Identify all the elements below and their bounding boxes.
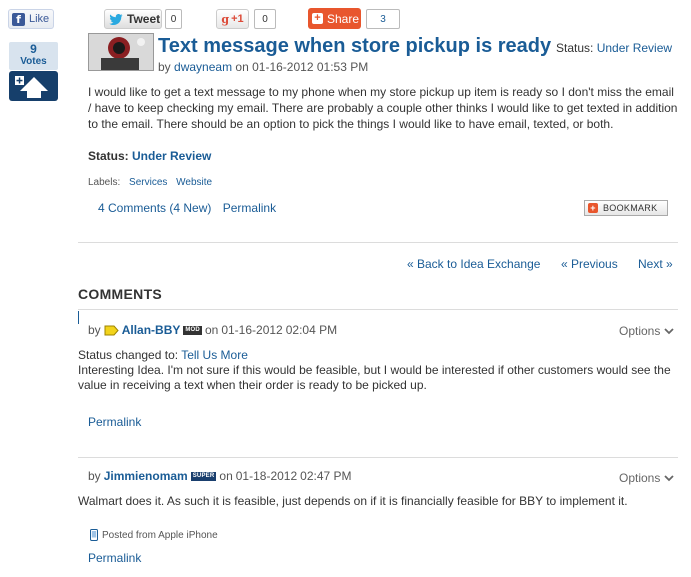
divider (78, 457, 678, 458)
on-label: on (235, 60, 249, 74)
by-label: by (88, 469, 101, 483)
text-cursor (78, 311, 79, 324)
post-date: 01-16-2012 (252, 60, 314, 74)
author-avatar[interactable] (88, 33, 154, 71)
post-actions: 4 Comments (4 New) Permalink (98, 201, 276, 215)
status-changed-line: Status changed to: Tell Us More (78, 348, 678, 363)
previous-link[interactable]: « Previous (561, 257, 618, 271)
labels-title: Labels: (88, 177, 121, 188)
comment-options-menu[interactable]: Options (619, 324, 674, 338)
facebook-like-button[interactable]: f Like (8, 9, 54, 29)
bookmark-label: BOOKMARK (603, 203, 658, 213)
label-website[interactable]: Website (176, 177, 212, 188)
label-services[interactable]: Services (129, 177, 167, 188)
google-plus-button[interactable]: g +1 (216, 9, 249, 29)
tweet-label: Tweet (127, 12, 161, 26)
post-author-link[interactable]: dwayneam (174, 60, 232, 74)
vote-label: Votes (20, 56, 47, 67)
post-permalink[interactable]: Permalink (223, 201, 276, 215)
share-plus-icon: + (312, 13, 323, 24)
bookmark-button[interactable]: + BOOKMARK (584, 200, 668, 216)
tweet-button[interactable]: Tweet (104, 9, 162, 29)
options-label: Options (619, 471, 661, 485)
post-status-link[interactable]: Under Review (597, 41, 672, 55)
divider (78, 242, 678, 243)
status-changed-prefix: Status changed to: (78, 348, 179, 362)
status-detail-link[interactable]: Under Review (132, 149, 211, 163)
vote-count: 9 (30, 42, 37, 56)
by-label: by (88, 323, 101, 337)
comments-heading: COMMENTS (78, 286, 163, 302)
post-title[interactable]: Text message when store pickup is ready (158, 35, 551, 58)
comment-date: 01-18-2012 (235, 469, 298, 483)
posted-from-label: Posted from Apple iPhone (102, 529, 218, 541)
vote-counter: 9 Votes (9, 42, 58, 70)
status-label: Status: (88, 149, 129, 163)
post-byline: by dwayneam on 01-16-2012 01:53 PM (158, 60, 368, 74)
on-label: on (219, 469, 233, 483)
comment-permalink[interactable]: Permalink (88, 551, 141, 565)
divider (78, 309, 678, 310)
comment-author-link[interactable]: Jimmienomam (104, 469, 188, 483)
facebook-like-label: Like (29, 13, 50, 25)
google-plus-label: +1 (231, 13, 244, 25)
comment-date: 01-16-2012 (221, 323, 283, 337)
comment-byline: by Allan-BBY MOD on 01-16-2012 02:04 PM (88, 323, 337, 337)
tweet-count: 0 (165, 9, 182, 29)
comments-count-link[interactable]: 4 Comments (4 New) (98, 201, 211, 215)
comment-text: Walmart does it. As such it is feasible,… (78, 494, 628, 508)
status-changed-link[interactable]: Tell Us More (181, 348, 248, 362)
chevron-down-icon (664, 327, 674, 334)
google-plus-count: 0 (254, 9, 276, 29)
facebook-icon: f (12, 12, 25, 26)
comment-time: 02:47 PM (300, 469, 352, 483)
comment-options-menu[interactable]: Options (619, 471, 674, 485)
post-status: Status: Under Review (556, 41, 672, 55)
kudo-up-arrow-icon (14, 76, 48, 98)
post-status-prefix: Status: (556, 41, 594, 55)
options-label: Options (619, 324, 661, 338)
bookmark-plus-icon: + (588, 203, 598, 213)
comment-text: Interesting Idea. I'm not sure if this w… (78, 363, 671, 392)
comment-permalink[interactable]: Permalink (88, 415, 141, 429)
avatar-image (89, 34, 153, 70)
phone-icon (90, 529, 98, 541)
twitter-bird-icon (109, 13, 123, 25)
share-count: 3 (366, 9, 400, 29)
rank-badge: MOD (183, 325, 202, 335)
on-label: on (204, 323, 219, 337)
post-body: I would like to get a text message to my… (88, 85, 678, 131)
post-time: 01:53 PM (316, 60, 369, 74)
post-labels: Labels: Services Website (88, 177, 212, 188)
share-label: Share (327, 11, 360, 26)
comment-author-link[interactable]: Allan-BBY (122, 323, 181, 337)
share-button[interactable]: + Share (308, 8, 361, 29)
chevron-down-icon (664, 474, 674, 481)
back-to-idea-exchange-link[interactable]: « Back to Idea Exchange (407, 257, 540, 271)
by-label: by (158, 60, 171, 74)
moderator-tag-icon (104, 325, 119, 335)
vote-up-button[interactable] (9, 71, 58, 101)
idea-status: Status: Under Review (88, 149, 211, 163)
comment-time: 02:04 PM (285, 323, 338, 337)
comment-byline: by Jimmienomam SUPER on 01-18-2012 02:47… (88, 469, 352, 483)
google-plus-icon: g (221, 12, 230, 26)
comment-body: Status changed to: Tell Us More Interest… (78, 348, 678, 393)
next-link[interactable]: Next » (638, 257, 673, 271)
rank-badge: SUPER (190, 471, 217, 481)
posted-from: Posted from Apple iPhone (90, 529, 218, 541)
